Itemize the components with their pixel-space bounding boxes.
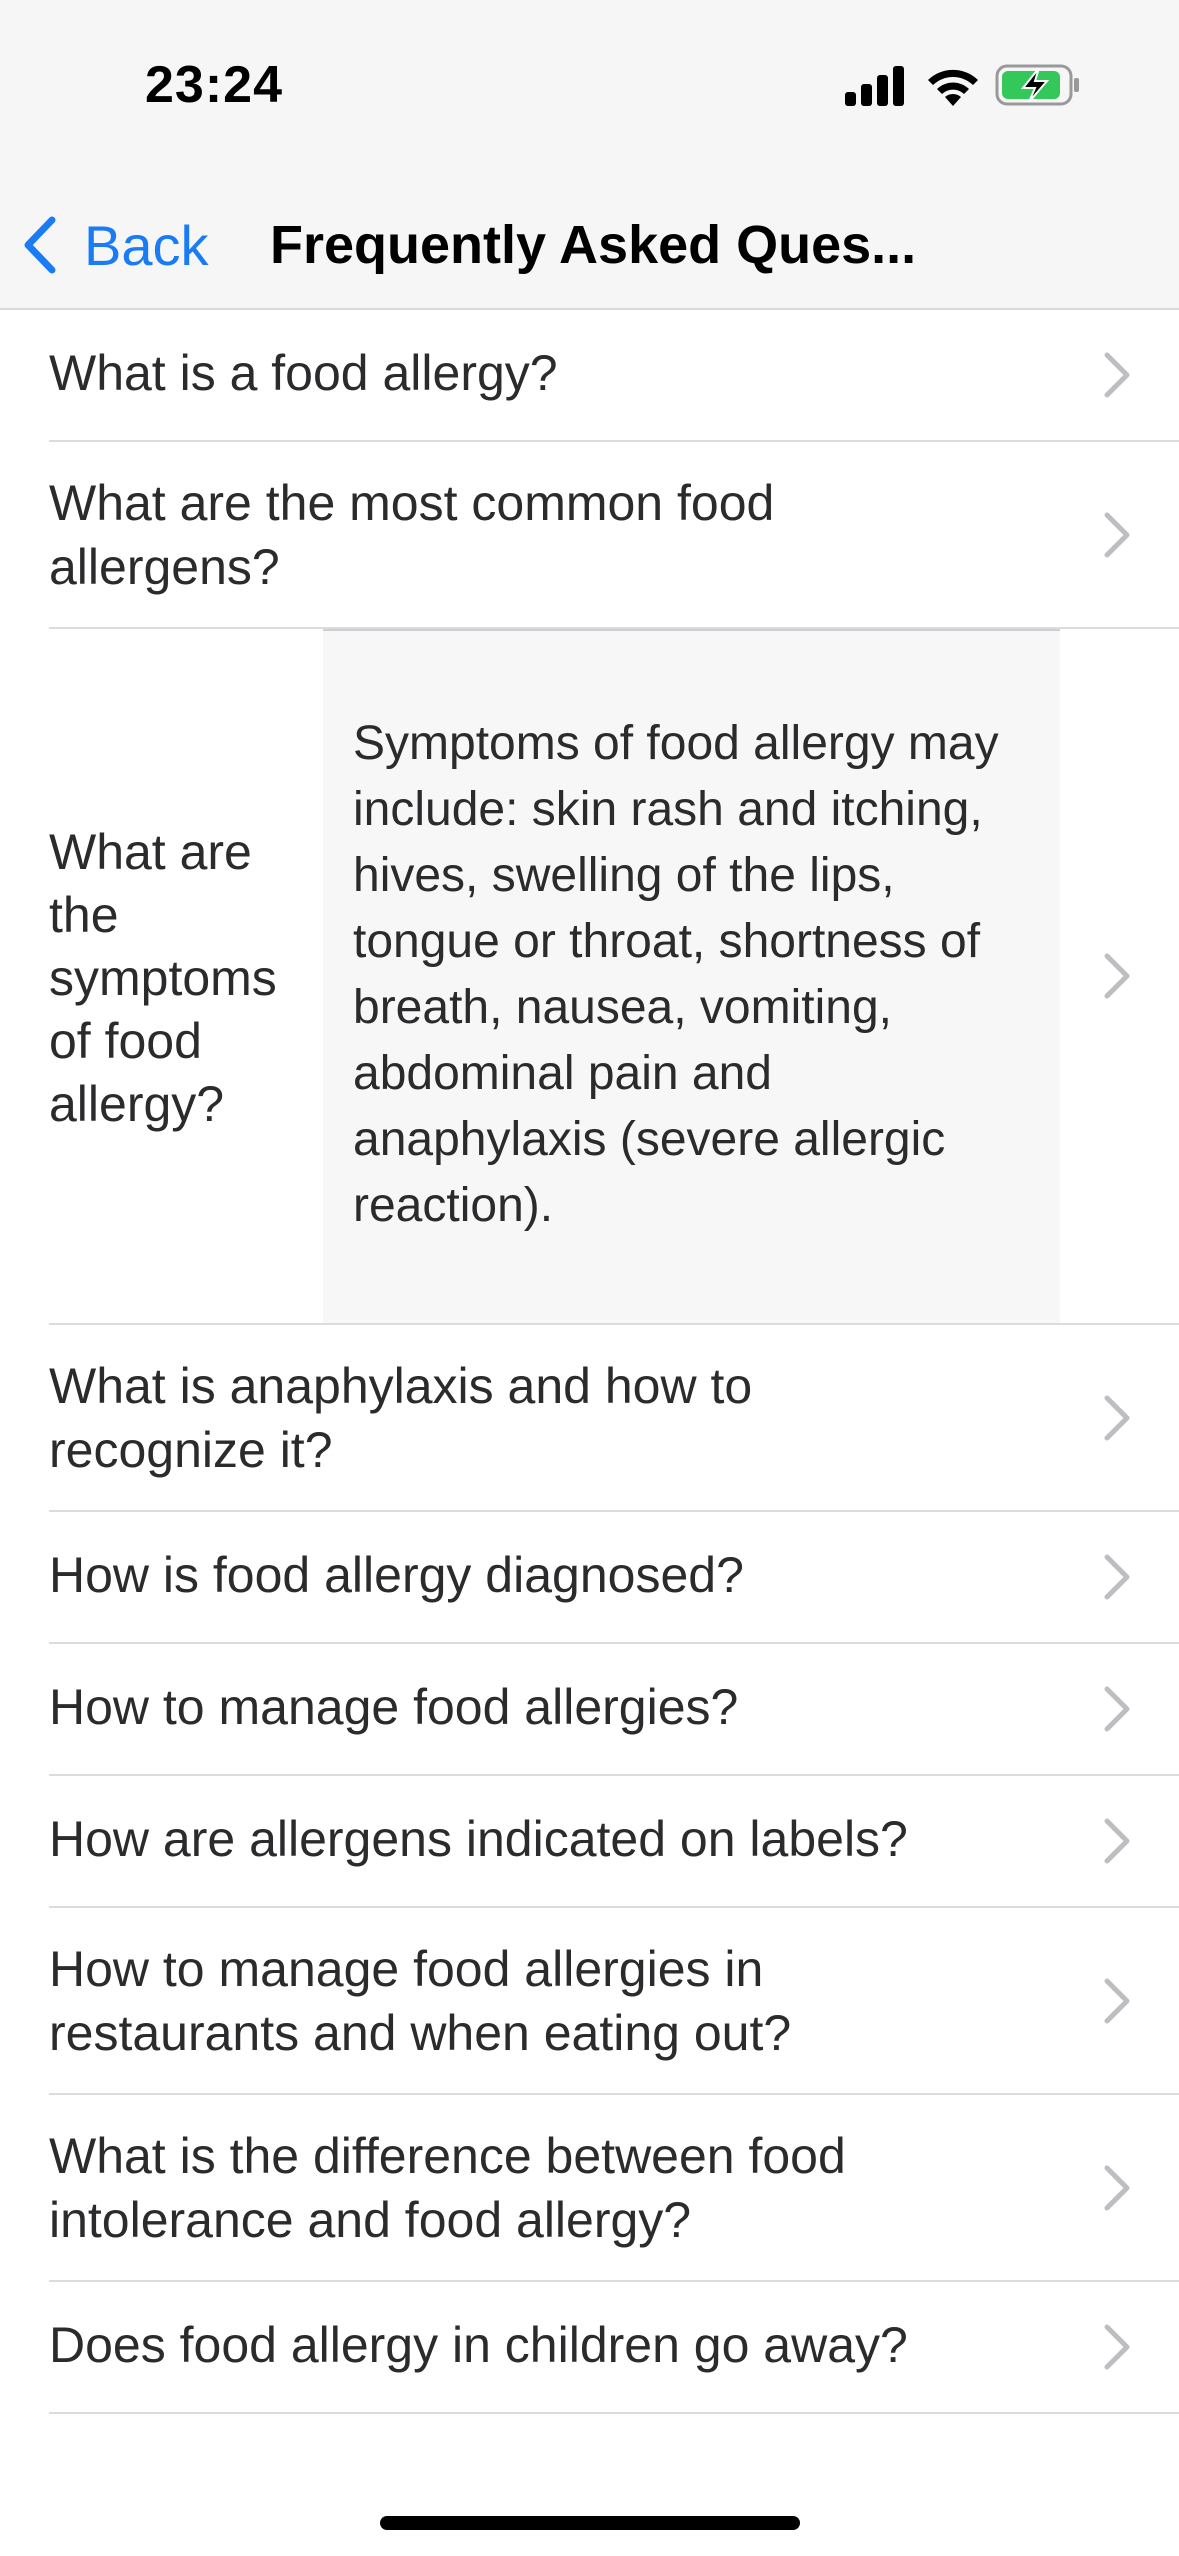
chevron-right-icon — [1104, 2165, 1130, 2210]
back-button[interactable]: Back — [22, 210, 209, 280]
faq-question: How to manage food allergies? — [49, 1679, 739, 1735]
faq-item-expanded[interactable]: What are the symptoms of food allergy? S… — [49, 629, 1179, 1325]
chevron-right-icon — [1104, 1554, 1130, 1600]
status-time: 23:24 — [145, 56, 283, 114]
faq-item[interactable]: What is a food allergy? — [49, 310, 1179, 442]
faq-question: How is food allergy diagnosed? — [49, 1547, 744, 1603]
faq-question: What are the most common food allergens? — [49, 475, 775, 595]
chevron-right-icon — [1104, 1978, 1130, 2023]
battery-charging-icon — [995, 64, 1079, 106]
chevron-right-icon — [1104, 1395, 1130, 1440]
faq-item[interactable]: What is the difference between food into… — [49, 2095, 1179, 2282]
faq-question: Does food allergy in children go away? — [49, 2317, 908, 2373]
page-title: Frequently Asked Ques... — [270, 215, 917, 275]
chevron-right-icon — [1104, 2324, 1130, 2370]
top-chrome: 23:24 Back Frequently Asked Ques... — [0, 0, 1179, 310]
faq-question: What is the difference between food into… — [49, 2128, 846, 2248]
back-label: Back — [84, 213, 209, 277]
wifi-icon — [928, 69, 978, 106]
faq-item[interactable]: How to manage food allergies? — [49, 1644, 1179, 1776]
faq-question: What is a food allergy? — [49, 345, 558, 401]
chevron-left-icon — [24, 216, 56, 274]
faq-question: What are the symptoms of food allergy? — [49, 824, 277, 1132]
chevron-right-icon — [1104, 953, 1130, 999]
chevron-right-icon — [1104, 1686, 1130, 1732]
chevron-right-icon — [1104, 512, 1130, 557]
home-indicator[interactable] — [380, 2516, 800, 2530]
faq-item[interactable]: What is anaphylaxis and how to recognize… — [49, 1325, 1179, 1512]
cellular-signal-icon — [845, 66, 905, 106]
faq-item[interactable]: Does food allergy in children go away? — [49, 2282, 1179, 2414]
faq-item[interactable]: How is food allergy diagnosed? — [49, 1512, 1179, 1644]
faq-question: What is anaphylaxis and how to recognize… — [49, 1358, 753, 1478]
faq-item[interactable]: How are allergens indicated on labels? — [49, 1776, 1179, 1908]
faq-item[interactable]: How to manage food allergies in restaura… — [49, 1908, 1179, 2095]
faq-list: What is a food allergy? What are the mos… — [0, 310, 1179, 2414]
faq-answer-text: Symptoms of food allergy may include: sk… — [353, 717, 999, 1232]
chevron-right-icon — [1104, 352, 1130, 398]
faq-answer: Symptoms of food allergy may include: sk… — [323, 629, 1060, 1323]
chevron-right-icon — [1104, 1818, 1130, 1864]
faq-question: How are allergens indicated on labels? — [49, 1811, 908, 1867]
faq-item[interactable]: What are the most common food allergens? — [49, 442, 1179, 629]
faq-question: How to manage food allergies in restaura… — [49, 1941, 792, 2061]
